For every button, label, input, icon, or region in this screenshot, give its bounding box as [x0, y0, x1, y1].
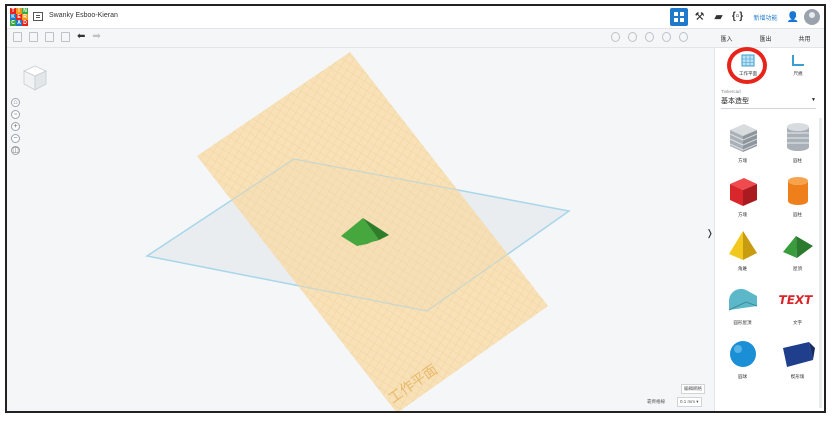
cylinder-icon [787, 177, 808, 205]
ruler-label: 尺規 [793, 71, 803, 76]
import-export-tabs: 匯入 匯出 共用 [707, 29, 824, 47]
svg-text:TEXT: TEXT [779, 293, 814, 307]
shape-label: 文字 [793, 320, 802, 325]
shape-item[interactable]: TEXT 文字 [770, 280, 824, 326]
delete-icon[interactable] [61, 32, 70, 42]
edit-grid-button[interactable]: 編輯網格 [681, 384, 705, 394]
hammer-icon[interactable]: ⚒ [693, 10, 707, 24]
zoom-in-icon[interactable]: + [11, 122, 20, 131]
paste-icon[interactable] [29, 32, 38, 42]
copy-icon[interactable] [13, 32, 22, 42]
avatar[interactable] [804, 9, 820, 25]
snap-grid-select[interactable]: 0.1 mm ▾ [677, 397, 702, 407]
text-icon: TEXT [779, 293, 814, 307]
fit-view-icon[interactable]: ▫ [11, 110, 20, 119]
top-bar: TINKERCAD Swanky Esboo-Kieran ⚒ ▰ {▫} 新增… [7, 6, 824, 29]
roof-icon [782, 236, 813, 258]
shape-label: 屋頂 [793, 266, 802, 271]
panel-scrollbar[interactable] [819, 118, 822, 408]
shape-item[interactable]: 角錐 [715, 226, 770, 272]
top-bar-actions: ⚒ ▰ {▫} 新增功能 👤 [669, 8, 820, 26]
shape-label: 圓球 [738, 374, 747, 379]
shape-label: 角錐 [738, 266, 747, 271]
shape-item[interactable]: 方塊 [715, 172, 770, 218]
box-hole-icon [729, 124, 757, 152]
project-title[interactable]: Swanky Esboo-Kieran [49, 12, 118, 19]
ruler-button[interactable]: 尺規 [783, 54, 813, 77]
shape-item[interactable]: 圓形屋頂 [715, 280, 770, 326]
design-canvas[interactable]: 工作平面 [7, 48, 707, 413]
tinkercad-logo[interactable]: TINKERCAD [10, 8, 28, 26]
align-icon[interactable] [662, 32, 671, 42]
logo-letter: D [22, 20, 28, 26]
import-tab[interactable]: 匯入 [720, 34, 732, 43]
pyramid-icon [728, 231, 757, 260]
share-tab[interactable]: 共用 [798, 34, 810, 43]
view-controls: ⌂ ▫ + − ◫ [11, 98, 20, 155]
redo-arrow-icon[interactable]: ➡ [92, 32, 100, 42]
new-features-link[interactable]: 新增功能 [754, 13, 778, 22]
light-bulb-icon[interactable] [611, 32, 620, 42]
shape-label: 方塊 [738, 212, 747, 217]
ruler-icon [792, 55, 804, 66]
codeblocks-icon[interactable]: {▫} [731, 10, 745, 24]
shape-library-value: 基本造型 [721, 98, 749, 105]
tinkercad-window: TINKERCAD Swanky Esboo-Kieran ⚒ ▰ {▫} 新增… [5, 4, 826, 413]
edit-toolbar: ⬅ ➡ [7, 29, 824, 48]
box-icon [729, 178, 757, 206]
shape-list: 方塊 圓柱 方塊 圓柱 角錐 屋頂 圓形屋頂 TEXT 文字 圓球 楔形塊 [715, 118, 824, 380]
wedge-icon [782, 342, 815, 367]
workplane-label: 工作平面 [739, 71, 757, 76]
ortho-view-icon[interactable]: ◫ [11, 146, 20, 155]
collapse-panel-icon[interactable]: ❭ [706, 228, 714, 239]
design-list-icon[interactable] [33, 12, 43, 21]
zoom-out-icon[interactable]: − [11, 134, 20, 143]
home-view-icon[interactable]: ⌂ [11, 98, 20, 107]
shape-library-select[interactable]: 基本造型 ▼ [721, 96, 816, 109]
shape-item[interactable]: 圓柱 [770, 118, 824, 164]
shape-icon[interactable] [628, 32, 637, 42]
shape-item[interactable]: 圓柱 [770, 172, 824, 218]
shapes-panel: 工作平面 尺規 Tinkercad 基本造型 ▼ 方塊 圓柱 方塊 圓柱 角錐 屋頂 圓形屋… [714, 47, 824, 411]
library-source-label: Tinkercad [721, 89, 741, 94]
view-cube-icon[interactable] [23, 65, 47, 91]
shape-item[interactable]: 方塊 [715, 118, 770, 164]
export-tab[interactable]: 匯出 [759, 34, 771, 43]
3d-view-button[interactable] [669, 8, 688, 26]
mirror-icon[interactable] [679, 32, 688, 42]
workplane-scene[interactable]: 工作平面 [7, 48, 707, 413]
shape-label: 圓柱 [793, 158, 802, 163]
snap-grid-label: 靠齊格線 [647, 399, 665, 404]
duplicate-icon[interactable] [45, 32, 54, 42]
shape-label: 圓形屋頂 [733, 320, 752, 325]
cylinder-hole-icon [786, 123, 809, 151]
shape-label: 楔形塊 [790, 374, 805, 379]
bricks-icon[interactable]: ▰ [712, 10, 726, 24]
shape-label: 方塊 [738, 158, 747, 163]
workplane-button[interactable]: 工作平面 [733, 54, 763, 77]
shape-item[interactable]: 屋頂 [770, 226, 824, 272]
workplane-icon [741, 54, 755, 67]
chevron-down-icon: ▼ [811, 97, 816, 103]
round-roof-icon [728, 288, 757, 311]
undo-arrow-icon[interactable]: ⬅ [77, 32, 85, 42]
shape-label: 圓柱 [793, 212, 802, 217]
hole-icon[interactable] [645, 32, 654, 42]
add-user-icon[interactable]: 👤 [787, 12, 799, 23]
shape-item[interactable]: 圓球 [715, 334, 770, 380]
sphere-icon [729, 341, 756, 367]
shape-item[interactable]: 楔形塊 [770, 334, 824, 380]
